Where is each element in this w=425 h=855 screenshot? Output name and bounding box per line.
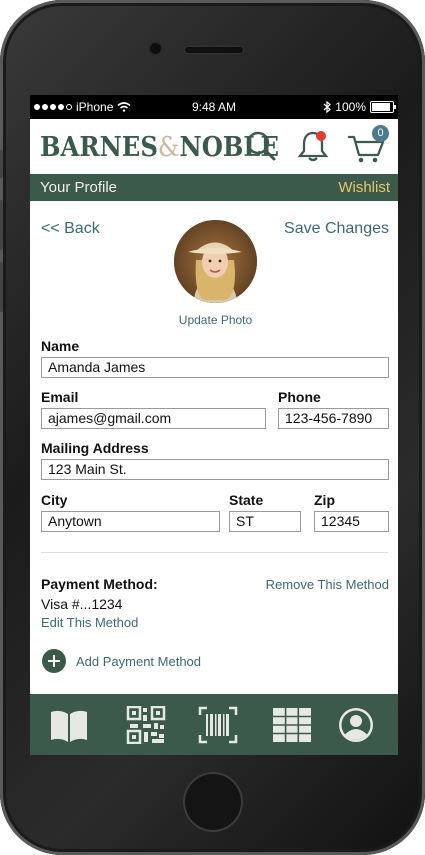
barcode-scan-icon[interactable] <box>198 706 238 744</box>
name-label: Name <box>41 338 80 354</box>
phone-input[interactable]: 123-456-7890 <box>278 408 389 429</box>
cart-count-badge: 0 <box>372 125 389 142</box>
bottom-nav-bar <box>30 694 398 755</box>
email-input[interactable]: ajames@gmail.com <box>41 408 266 429</box>
page-title: Your Profile <box>40 179 117 196</box>
payment-method-label: Payment Method: <box>41 576 158 592</box>
payment-method-value: Visa #...1234 <box>41 596 123 612</box>
home-button[interactable] <box>183 772 243 832</box>
zip-label: Zip <box>314 492 335 508</box>
grid-icon[interactable] <box>272 706 312 744</box>
battery-percent: 100% <box>335 100 366 114</box>
notification-bell-icon[interactable] <box>296 129 330 163</box>
phone-frame: iPhone 9:48 AM 100% BARNES&NOBLE 0 Your … <box>0 0 425 855</box>
save-changes-link[interactable]: Save Changes <box>284 220 389 238</box>
search-icon[interactable] <box>244 129 278 163</box>
page-header-bar: Your Profile Wishlist <box>30 174 398 201</box>
battery-icon <box>370 101 396 113</box>
city-input[interactable]: Anytown <box>41 511 220 532</box>
zip-input[interactable]: 12345 <box>314 511 389 532</box>
name-input[interactable]: Amanda James <box>41 357 389 378</box>
remove-payment-method-link[interactable]: Remove This Method <box>266 577 389 592</box>
book-icon[interactable] <box>49 706 89 744</box>
phone-label: Phone <box>278 389 321 405</box>
add-payment-method-label: Add Payment Method <box>76 653 202 669</box>
city-label: City <box>41 492 68 508</box>
edit-payment-method-link[interactable]: Edit This Method <box>41 615 138 630</box>
state-input[interactable]: ST <box>229 511 301 532</box>
state-label: State <box>229 492 264 508</box>
email-label: Email <box>41 389 79 405</box>
volume-down-button <box>0 262 3 312</box>
section-divider <box>41 552 388 553</box>
volume-up-button <box>0 200 3 250</box>
front-camera <box>150 43 161 54</box>
status-bar: iPhone 9:48 AM 100% <box>30 95 398 119</box>
plus-circle-icon <box>42 649 66 673</box>
update-photo-link[interactable]: Update Photo <box>30 313 398 327</box>
bluetooth-icon <box>323 101 332 113</box>
back-link[interactable]: << Back <box>41 220 100 238</box>
mailing-address-input[interactable]: 123 Main St. <box>41 459 389 480</box>
profile-icon[interactable] <box>336 706 376 744</box>
earpiece-speaker <box>185 47 243 53</box>
wishlist-link[interactable]: Wishlist <box>338 179 390 196</box>
top-bar: BARNES&NOBLE 0 <box>30 119 398 174</box>
screen: iPhone 9:48 AM 100% BARNES&NOBLE 0 Your … <box>30 95 398 755</box>
mailing-address-label: Mailing Address <box>41 440 149 456</box>
profile-photo[interactable] <box>174 220 257 303</box>
add-payment-method-button[interactable]: Add Payment Method <box>42 649 201 673</box>
mute-switch <box>0 150 3 178</box>
qr-code-icon[interactable] <box>126 706 166 744</box>
